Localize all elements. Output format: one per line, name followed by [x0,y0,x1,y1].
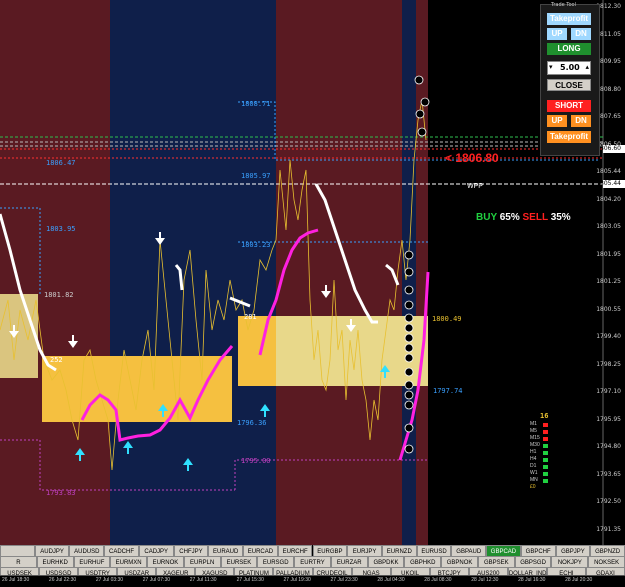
lot-value[interactable]: 5.00 [560,63,580,72]
price-tick: 1804.20 [596,195,621,203]
price-tick: 1801.95 [596,250,621,258]
short-button[interactable]: SHORT [547,100,591,112]
lot-stepper[interactable]: ▾ 5.00 ▴ [547,61,591,75]
level-label-1796-36: 1796.36 [237,419,267,427]
level-label-1806-47: 1806.47 [46,159,76,167]
tf-mn: MN [530,477,538,483]
price-chart[interactable] [0,0,625,586]
sell-price-label: < 1806.80 [445,151,499,165]
long-button[interactable]: LONG [547,43,591,55]
close-button[interactable]: CLOSE [547,79,591,91]
price-tick: 1797.10 [596,388,621,395]
tf-m5: M5 [530,428,537,434]
price-tick: 1793.65 [596,470,621,478]
time-label: 27 Jul 19:30 [283,577,311,583]
tf-h4: H4 [530,456,537,462]
tf-m30: M30 [530,442,540,448]
tf-total: £0 [530,484,536,490]
time-label: 28 Jul 12:30 [471,577,499,583]
up-top-button[interactable]: UP [547,28,567,40]
level-label-1795-00: 1795.00 [241,457,271,465]
level-label-252: 252 [50,356,63,364]
lot-down-icon[interactable]: ▾ [549,63,553,71]
level-label-281: 281 [244,313,257,321]
tf-m1: M1 [530,421,537,427]
price-tick: 1803.05 [596,223,621,230]
level-label-1797-74: 1797.74 [433,387,463,395]
level-label-1793-83: 1793.83 [46,489,76,497]
takeprofit-top-button[interactable]: Takeprofit [547,13,591,25]
level-label-1805-97: 1805.97 [241,172,271,180]
time-label: 26 Jul 22:30 [48,577,77,583]
level-label-1801-82: 1801.82 [44,291,74,299]
price-tick: 1791.35 [596,525,621,533]
level-label-1803-95: 1803.95 [46,225,76,233]
up-bottom-button[interactable]: UP [547,115,567,127]
time-label: 28 Jul 08:30 [424,577,452,583]
dn-bottom-button[interactable]: DN [571,115,591,127]
buy-percent: 65% [499,212,520,223]
level-label-16: 16 [540,412,549,420]
time-axis: 26 Jul 18:30 26 Jul 22:30 27 Jul 03:30 27 J… [0,575,625,587]
trade-panel: Trade Tool Takeprofit UP DN LONG ▾ 5.00 … [540,2,600,156]
buy-label: BUY [476,212,497,223]
time-label: 28 Jul 16:30 [518,577,546,583]
tf-w1: W1 [530,470,538,476]
dn-top-button[interactable]: DN [571,28,591,40]
demand-box-left [0,294,38,378]
takeprofit-bottom-button[interactable]: Takeprofit [547,131,591,143]
lot-up-icon[interactable]: ▴ [585,63,589,71]
current-price-label: 1805.44 [596,180,621,187]
price-tick: 1801.25 [596,278,621,285]
price-tick: 1805.44 [596,168,621,175]
level-label-1800-49: 1800.49 [432,315,462,323]
sell-label: SELL [522,212,548,223]
time-label: 27 Jul 15:30 [236,577,264,583]
price-tick: 1795.95 [596,415,621,423]
time-label: 26 Jul 18:30 [2,577,30,583]
tf-d1: D1 [530,463,537,469]
buy-sell-ratio: BUY 65% SELL 35% [476,212,571,223]
zone-dark-red-mid [276,0,402,545]
demand-box-2-inner [238,316,276,386]
time-label: 27 Jul 07:30 [142,577,171,583]
sell-percent: 35% [550,212,571,223]
price-tick: 1792.50 [596,498,621,505]
level-label-1803-23: 1803.23 [241,241,271,249]
wpp-label: WPP [467,183,483,190]
time-label: 27 Jul 11:30 [189,577,217,583]
price-tick: 1794.80 [596,443,621,450]
timeframe-matrix: M1 M5 M15 M30 H1 H4 D1 W1 MN £0 [530,421,544,491]
time-label: 27 Jul 03:30 [95,577,124,583]
tf-h1: H1 [530,449,537,455]
symbol-bar: AUDJPY AUDUSD CADCHF CADJPY CHFJPY EURAUD EURC… [0,545,625,579]
time-label: 28 Jul 04:30 [377,577,405,583]
price-tick: 1800.55 [596,305,621,313]
price-tick: 1798.25 [596,360,621,368]
price-tick: 1799.40 [596,333,621,340]
time-label: 27 Jul 23:30 [330,577,358,583]
level-label-1808-71: 1808.71 [241,100,271,108]
panel-title: Trade Tool [551,2,576,8]
tf-m15: M15 [530,435,540,441]
price-axis-bg [603,0,625,545]
time-label: 28 Jul 20:30 [565,577,593,583]
